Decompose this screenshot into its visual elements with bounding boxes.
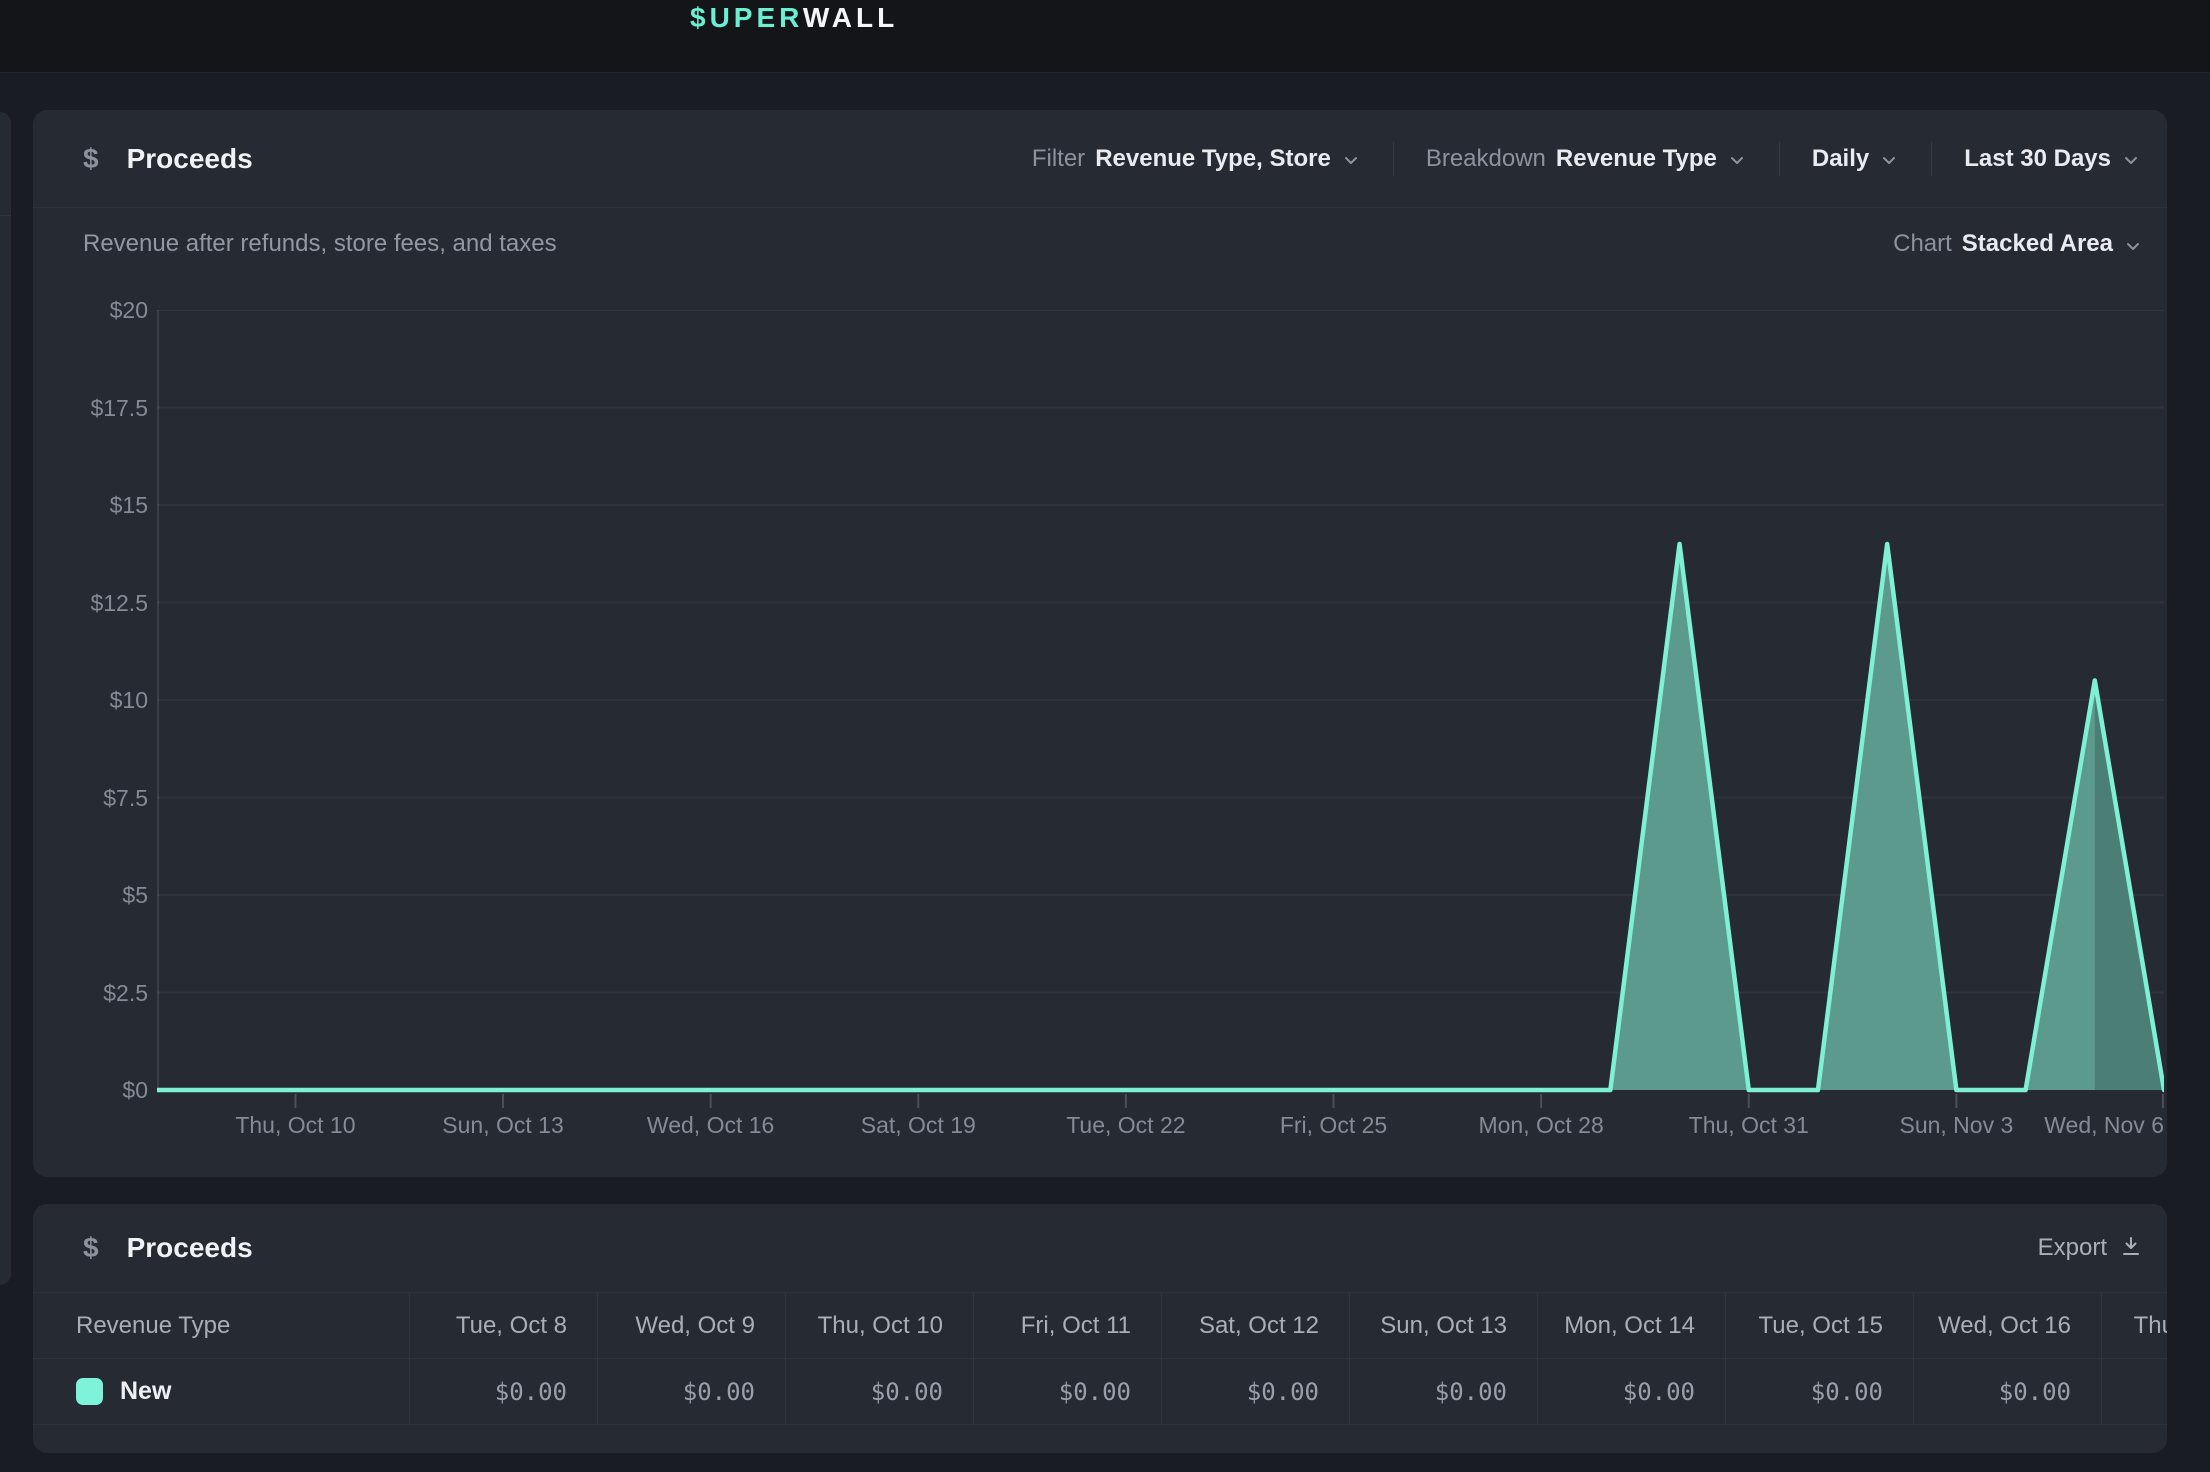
chart-type-value: Stacked Area	[1962, 230, 2113, 258]
x-axis-label: Sun, Nov 3	[1899, 1112, 2013, 1139]
table-column-header: Thu, Oct 10	[785, 1293, 973, 1358]
filter-label: Filter	[1032, 145, 1085, 173]
y-axis-label: $20	[33, 297, 148, 323]
table-cell-value: $0.00	[1161, 1359, 1349, 1424]
chevron-down-icon	[1341, 150, 1361, 170]
table-column-header: Tue, Oct 15	[1725, 1293, 1913, 1358]
dollar-icon: $	[83, 143, 99, 175]
proceeds-chart-panel: $ Proceeds Filter Revenue Type, Store Br…	[33, 110, 2167, 1177]
x-axis-label: Sun, Oct 13	[442, 1112, 563, 1139]
y-axis-label: $7.5	[33, 785, 148, 811]
filter-value: Revenue Type, Store	[1095, 145, 1331, 173]
filter-dropdown[interactable]: Filter Revenue Type, Store	[1026, 145, 1367, 173]
superwall-logo: $UPERWALL	[690, 2, 898, 34]
chart-subtitle-row: Revenue after refunds, store fees, and t…	[33, 208, 2167, 278]
y-axis-label: $12.5	[33, 590, 148, 616]
x-axis-label: Sat, Oct 19	[861, 1112, 976, 1139]
date-range-value: Last 30 Days	[1964, 145, 2111, 173]
x-axis-label: Fri, Oct 25	[1280, 1112, 1387, 1139]
divider	[0, 215, 11, 216]
table-column-header: Fri, Oct 11	[973, 1293, 1161, 1358]
y-axis-label: $10	[33, 687, 148, 713]
divider	[1931, 142, 1932, 176]
x-axis-label: Tue, Oct 22	[1066, 1112, 1185, 1139]
granularity-value: Daily	[1812, 145, 1869, 173]
page-title: Proceeds	[127, 143, 253, 175]
table-column-header: Wed, Oct 16	[1913, 1293, 2101, 1358]
chart-subtitle: Revenue after refunds, store fees, and t…	[83, 230, 557, 258]
legend-swatch	[76, 1378, 103, 1405]
table-title: Proceeds	[127, 1232, 253, 1264]
divider	[1393, 142, 1394, 176]
table-cell-value: $0.00	[785, 1359, 973, 1424]
table-cell-value: $0.00	[2101, 1359, 2167, 1424]
table-column-header: Wed, Oct 9	[597, 1293, 785, 1358]
export-button[interactable]: Export	[2038, 1234, 2143, 1263]
divider	[1779, 142, 1780, 176]
x-axis-label: Mon, Oct 28	[1478, 1112, 1603, 1139]
table-column-header: Sat, Oct 12	[1161, 1293, 1349, 1358]
chevron-down-icon	[2123, 236, 2143, 256]
date-range-dropdown[interactable]: Last 30 Days	[1958, 145, 2147, 173]
table-cell-value: $0.00	[973, 1359, 1161, 1424]
table-cell-value: $0.00	[1349, 1359, 1537, 1424]
table-column-header: Mon, Oct 14	[1537, 1293, 1725, 1358]
download-icon	[2119, 1234, 2143, 1263]
table-cell-value: $0.00	[1725, 1359, 1913, 1424]
legend-label: New	[120, 1377, 171, 1406]
y-axis-label: $5	[33, 882, 148, 908]
chevron-down-icon	[1879, 150, 1899, 170]
table-column-header: Sun, Oct 13	[1349, 1293, 1537, 1358]
legend-item-new: New	[76, 1377, 171, 1406]
logo-rest-text: WALL	[803, 2, 898, 33]
x-axis-label: Thu, Oct 10	[235, 1112, 355, 1139]
table-cell-value: $0.00	[409, 1359, 597, 1424]
breakdown-value: Revenue Type	[1556, 145, 1717, 173]
table-cell-value: $0.00	[1537, 1359, 1725, 1424]
y-axis-label: $2.5	[33, 980, 148, 1006]
x-axis-label: Thu, Oct 31	[1689, 1112, 1809, 1139]
table-header-row: Revenue Type Tue, Oct 8Wed, Oct 9Thu, Oc…	[33, 1293, 2167, 1359]
left-neighbor-panel-sliver	[0, 112, 11, 1285]
proceeds-table-panel: $ Proceeds Export Revenue Type Tue, Oct …	[33, 1204, 2167, 1453]
chart-type-label: Chart	[1893, 230, 1952, 258]
breakdown-label: Breakdown	[1426, 145, 1546, 173]
table-panel-header: $ Proceeds Export	[33, 1204, 2167, 1293]
revenue-type-column-header: Revenue Type	[33, 1293, 409, 1358]
granularity-dropdown[interactable]: Daily	[1806, 145, 1905, 173]
area-fill	[157, 544, 2164, 1090]
chart-controls: Filter Revenue Type, Store Breakdown Rev…	[1026, 142, 2147, 176]
breakdown-dropdown[interactable]: Breakdown Revenue Type	[1420, 145, 1753, 173]
logo-accent-text: $UPER	[690, 2, 803, 33]
table-column-header: Thu, Oct 17	[2101, 1293, 2167, 1358]
table-column-header: Tue, Oct 8	[409, 1293, 597, 1358]
export-label: Export	[2038, 1234, 2107, 1262]
x-axis-labels: Thu, Oct 10 Sun, Oct 13 Wed, Oct 16 Sat, Oc…	[157, 1112, 2164, 1148]
x-axis-label: Wed, Nov 6	[2044, 1112, 2164, 1139]
chart-title-group: $ Proceeds	[83, 143, 253, 175]
chevron-down-icon	[1727, 150, 1747, 170]
table-title-group: $ Proceeds	[83, 1232, 253, 1264]
y-axis-label: $0	[33, 1077, 148, 1103]
dollar-icon: $	[83, 1232, 99, 1264]
table-cell-value: $0.00	[597, 1359, 785, 1424]
chevron-down-icon	[2121, 150, 2141, 170]
plot-area-svg[interactable]	[157, 310, 2164, 1110]
y-axis-label: $15	[33, 492, 148, 518]
table-data-row: New $0.00$0.00$0.00$0.00$0.00$0.00$0.00$…	[33, 1359, 2167, 1425]
table-row-label-cell: New	[33, 1359, 409, 1424]
chart-type-dropdown[interactable]: Chart Stacked Area	[1893, 230, 2143, 258]
chart-panel-header: $ Proceeds Filter Revenue Type, Store Br…	[33, 110, 2167, 208]
x-axis-label: Wed, Oct 16	[647, 1112, 774, 1139]
topbar: $UPERWALL	[0, 0, 2210, 73]
y-axis-label: $17.5	[33, 395, 148, 421]
table-cell-value: $0.00	[1913, 1359, 2101, 1424]
